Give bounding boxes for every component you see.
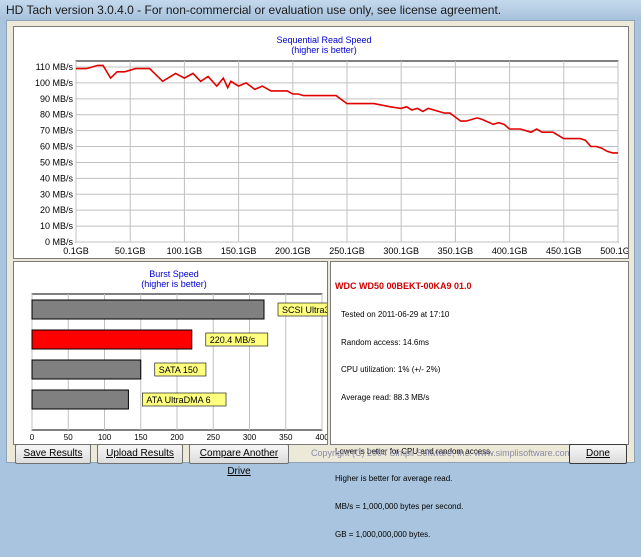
read-y-tick-label: 10 MB/s xyxy=(40,221,74,231)
note-gb: GB = 1,000,000,000 bytes. xyxy=(335,529,431,539)
window-title: HD Tach version 3.0.4.0 - For non-commer… xyxy=(6,3,502,17)
main-window: Sequential Read Speed (higher is better)… xyxy=(6,20,635,539)
read-y-tick-label: 50 MB/s xyxy=(40,157,74,167)
copyright-text: Copyright (C) 2004 Simpli Software, Inc.… xyxy=(311,448,573,458)
read-x-tick-label: 250.1GB xyxy=(329,246,365,256)
burst-bar-label: 220.4 MB/s xyxy=(210,335,256,345)
read-y-tick-label: 90 MB/s xyxy=(40,94,74,104)
read-y-tick-label: 110 MB/s xyxy=(36,62,74,72)
read-y-tick-label: 60 MB/s xyxy=(40,142,74,152)
random-access: Random access: 14.6ms xyxy=(341,337,430,347)
burst-x-tick-label: 150 xyxy=(134,433,148,442)
read-chart: 0.1GB 50.1GB 100.1GB 150.1GB 200.1GB 250.1GB 3… xyxy=(35,60,628,256)
read-x-tick-label: 500.1GB xyxy=(600,246,628,256)
sequential-read-panel: Sequential Read Speed (higher is better)… xyxy=(13,26,629,259)
burst-chart: 0 50 100 150 200 250 300 350 400 SCSI Ultra320 220… xyxy=(30,293,327,442)
burst-x-tick-label: 300 xyxy=(243,433,257,442)
burst-bar xyxy=(31,359,142,380)
burst-x-tick-label: 400 xyxy=(315,433,327,442)
burst-bar-label: SATA 150 xyxy=(159,365,198,375)
burst-x-tick-label: 250 xyxy=(207,433,221,442)
read-y-tick-label: 70 MB/s xyxy=(40,126,74,136)
read-x-tick-label: 400.1GB xyxy=(492,246,528,256)
save-results-button[interactable]: Save Results xyxy=(15,444,91,464)
read-y-tick-label: 80 MB/s xyxy=(40,110,74,120)
cpu-utilization: CPU utilization: 1% (+/- 2%) xyxy=(341,365,441,375)
read-y-tick-label: 30 MB/s xyxy=(40,189,74,199)
compare-another-drive-button[interactable]: Compare Another Drive xyxy=(189,444,289,477)
burst-x-tick-label: 200 xyxy=(170,433,184,442)
read-x-tick-label: 350.1GB xyxy=(438,246,474,256)
test-date: Tested on 2011-06-29 at 17:10 xyxy=(341,310,450,320)
read-y-tick-label: 20 MB/s xyxy=(40,205,74,215)
results-info: WDC WD50 00BEKT-00KA9 01.0 Tested on 201… xyxy=(335,264,492,557)
read-y-tick-label: 0 MB/s xyxy=(45,237,74,247)
burst-x-tick-label: 350 xyxy=(279,433,293,442)
done-button[interactable]: Done xyxy=(569,444,627,464)
read-x-tick-label: 0.1GB xyxy=(63,246,89,256)
read-x-tick-label: 100.1GB xyxy=(167,246,203,256)
burst-bar-label: ATA UltraDMA 6 xyxy=(146,395,210,405)
read-x-tick-label: 150.1GB xyxy=(221,246,257,256)
drive-name: WDC WD50 00BEKT-00KA9 01.0 xyxy=(335,281,472,292)
note-higher: Higher is better for average read. xyxy=(335,474,453,484)
burst-bar xyxy=(31,329,193,350)
read-x-tick-label: 450.1GB xyxy=(546,246,582,256)
note-mbs: MB/s = 1,000,000 bytes per second. xyxy=(335,502,464,512)
upload-results-button[interactable]: Upload Results xyxy=(97,444,183,464)
read-x-tick-label: 200.1GB xyxy=(275,246,311,256)
read-x-tick-label: 300.1GB xyxy=(383,246,419,256)
burst-x-tick-label: 100 xyxy=(98,433,112,442)
burst-x-tick-label: 0 xyxy=(30,433,35,442)
read-x-tick-label: 50.1GB xyxy=(115,246,146,256)
read-y-tick-label: 100 MB/s xyxy=(35,78,74,88)
burst-bar xyxy=(31,389,129,410)
burst-bar xyxy=(31,299,265,320)
burst-bar-label: SCSI Ultra320 xyxy=(282,305,327,315)
results-panel: WDC WD50 00BEKT-00KA9 01.0 Tested on 201… xyxy=(330,261,629,539)
burst-speed-panel: Burst Speed (higher is better) 0 50 100 150… xyxy=(13,261,328,445)
read-y-tick-label: 40 MB/s xyxy=(40,173,74,183)
burst-x-tick-label: 50 xyxy=(64,433,73,442)
average-read: Average read: 88.3 MB/s xyxy=(341,392,430,402)
title-bar[interactable]: HD Tach version 3.0.4.0 - For non-commer… xyxy=(0,0,641,20)
